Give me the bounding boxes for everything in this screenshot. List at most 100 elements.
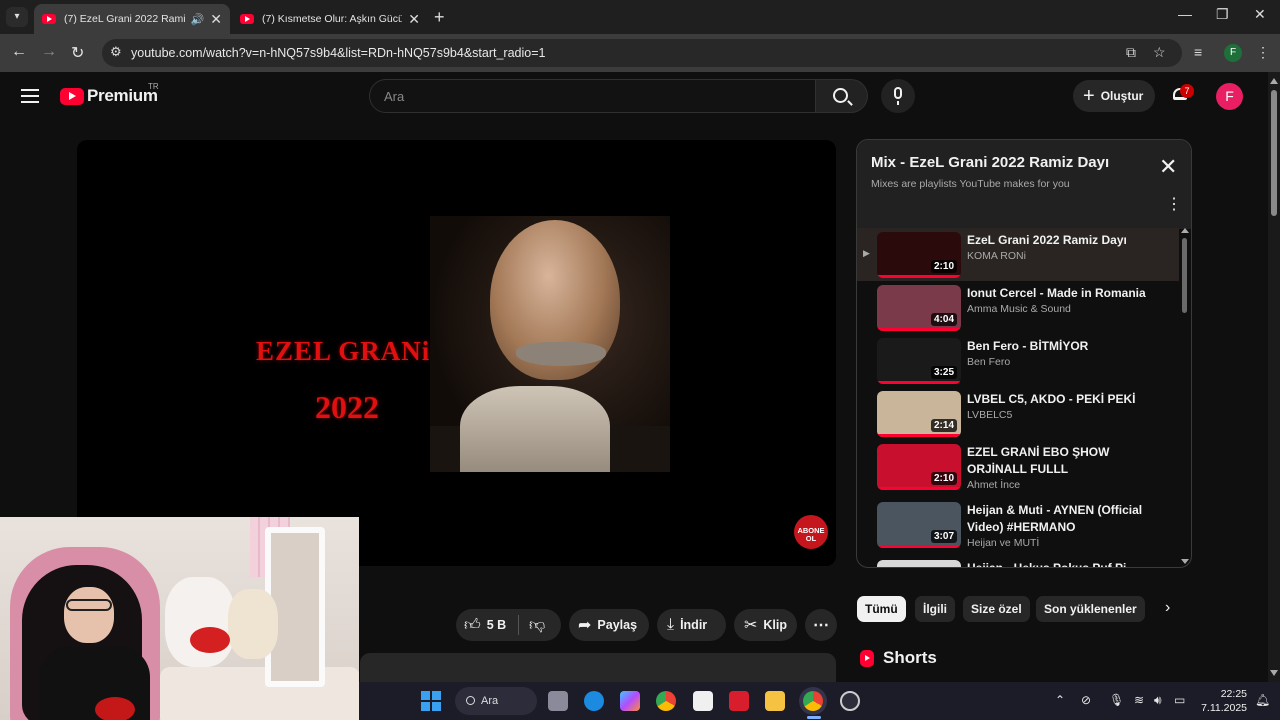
back-button[interactable]: ←: [11, 43, 27, 61]
video-frame-title: EZEL GRANi: [256, 336, 431, 366]
playlist-thumbnail: 2:14: [877, 391, 961, 437]
taskbar-clock[interactable]: 22:25 7.11.2025: [1197, 687, 1247, 715]
shorts-section-header: Shorts: [860, 648, 937, 668]
playlist-scrollbar[interactable]: [1181, 228, 1189, 567]
bookmark-star-icon[interactable]: ☆: [1153, 44, 1166, 61]
voice-search-button[interactable]: [881, 79, 915, 113]
notification-center-icon[interactable]: 🔔︎: [1255, 693, 1270, 707]
new-tab-button[interactable]: +: [434, 7, 445, 28]
playlist-item-channel: LVBELC5: [967, 409, 1013, 421]
scissors-icon: ✂: [744, 617, 758, 634]
like-dislike-group: 👍︎ 5 B 👎︎: [456, 609, 561, 641]
open-in-app-icon[interactable]: ⧉: [1126, 44, 1136, 61]
volume-icon[interactable]: 🔊︎: [1154, 693, 1162, 708]
taskbar-search[interactable]: Ara: [455, 687, 537, 715]
clip-button[interactable]: ✂ Klip: [734, 609, 797, 641]
playlist-item[interactable]: 2:10 EZEL GRANİ EBO ŞHOW ORJİNALL FULLL Ah…: [857, 440, 1179, 493]
playlist-item[interactable]: Heijan - Hekus Pokus Puf Pi: [857, 556, 1179, 568]
playlist-item-title: Heijan - Hekus Pokus Puf Pi: [967, 561, 1127, 568]
like-button[interactable]: 👍︎ 5 B: [456, 616, 518, 635]
windows-start-icon[interactable]: [421, 691, 441, 711]
share-label: Paylaş: [597, 618, 638, 632]
create-label: Oluştur: [1100, 89, 1144, 103]
description-box[interactable]: [360, 653, 836, 683]
search-button[interactable]: [816, 79, 868, 113]
file-explorer-icon[interactable]: [765, 691, 785, 711]
tray-overflow-icon[interactable]: ⌃: [1055, 693, 1065, 707]
minimize-button[interactable]: —: [1178, 6, 1192, 22]
playlist-thumbnail: 3:07: [877, 502, 961, 548]
playlist-title[interactable]: Mix - EzeL Grani 2022 Ramiz Dayı: [871, 154, 1109, 171]
download-button[interactable]: ⤓ İndir: [657, 609, 726, 641]
browser-tab[interactable]: (7) Kısmetse Olur: Aşkın Gücü 2 ✕: [232, 4, 428, 34]
page-scrollbar[interactable]: [1268, 72, 1280, 682]
playlist-header: Mix - EzeL Grani 2022 Ramiz Dayı Mixes a…: [857, 140, 1191, 224]
close-window-button[interactable]: ✕: [1254, 6, 1266, 23]
playlist-item[interactable]: 3:25 Ben Fero - BİTMİYOR Ben Fero: [857, 334, 1179, 387]
plus-icon: +: [1083, 84, 1095, 107]
create-button[interactable]: + Oluştur: [1073, 80, 1155, 112]
microphone-tray-icon[interactable]: 🎙︎: [1109, 693, 1124, 707]
hamburger-menu-icon[interactable]: [21, 89, 39, 103]
account-avatar[interactable]: F: [1216, 83, 1243, 110]
clock-date: 7.11.2025: [1201, 702, 1247, 714]
site-info-icon[interactable]: ⚙: [110, 44, 122, 60]
media-controls-icon[interactable]: ≡: [1194, 44, 1202, 60]
chip-all[interactable]: Tümü: [857, 596, 906, 622]
close-tab-icon[interactable]: ✕: [210, 11, 222, 28]
wifi-icon[interactable]: ≋: [1134, 693, 1144, 707]
reload-button[interactable]: ↻: [71, 43, 84, 63]
maximize-button[interactable]: ❐: [1216, 6, 1229, 23]
url-field[interactable]: ⚙ youtube.com/watch?v=n-hNQ57s9b4&list=R…: [102, 39, 1182, 67]
speaker-icon[interactable]: 🔊: [191, 13, 205, 26]
playlist-item[interactable]: 2:14 LVBEL C5, AKDO - PEKİ PEKİ LVBELC5: [857, 387, 1179, 440]
chip-for-you[interactable]: Size özel: [963, 596, 1030, 622]
browser-menu-icon[interactable]: ⋮: [1256, 44, 1270, 61]
playlist-item[interactable]: 4:04 Ionut Cercel - Made in Romania Amma M…: [857, 281, 1179, 334]
chrome-icon[interactable]: [656, 691, 676, 711]
playlist-item-title: EZEL GRANİ EBO ŞHOW ORJİNALL FULLL: [967, 445, 1110, 476]
task-view-icon[interactable]: [548, 691, 568, 711]
subscribe-watermark[interactable]: ABONE OL: [794, 515, 828, 549]
chrome-profile-icon[interactable]: [803, 691, 823, 711]
windows-taskbar: Ara ⌃ ⊘ 🎙︎ ≋ 🔊︎ ▭ 22:25 7.11.2025 🔔︎: [359, 682, 1280, 720]
playlist-subtitle: Mixes are playlists YouTube makes for yo…: [871, 178, 1070, 190]
share-icon: ➦: [578, 617, 592, 634]
playlist-item-title: Heijan & Muti - AYNEN (Official Video) #…: [967, 503, 1143, 534]
playlist-more-icon[interactable]: ⋮: [1166, 197, 1182, 213]
search-input[interactable]: Ara: [369, 79, 816, 113]
url-text: youtube.com/watch?v=n-hNQ57s9b4&list=RDn…: [131, 46, 546, 60]
obs-icon[interactable]: [840, 691, 860, 711]
shorts-label: Shorts: [883, 648, 937, 667]
chip-related[interactable]: İlgili: [915, 596, 955, 622]
playlist-item-channel: KOMA RONi: [967, 250, 1026, 262]
video-player[interactable]: EZEL GRANi 2022: [77, 140, 836, 566]
chip-recently-uploaded[interactable]: Son yüklenenler: [1036, 596, 1145, 622]
copilot-icon[interactable]: [620, 691, 640, 711]
thumbs-down-icon[interactable]: 👎︎: [519, 616, 545, 635]
browser-profile-avatar[interactable]: F: [1224, 44, 1242, 62]
close-tab-icon[interactable]: ✕: [408, 11, 420, 28]
forward-button[interactable]: →: [41, 43, 57, 61]
playlist-item[interactable]: 3:07 Heijan & Muti - AYNEN (Official Vide…: [857, 498, 1179, 551]
tab-search-dropdown[interactable]: ▾: [6, 7, 28, 27]
youtube-premium-logo[interactable]: Premium TR: [60, 82, 159, 106]
edge-browser-icon[interactable]: [584, 691, 604, 711]
playlist-item-title: EzeL Grani 2022 Ramiz Dayı: [967, 233, 1127, 247]
duration-badge: 2:10: [930, 260, 957, 273]
address-bar-row: ← → ↻ ⚙ youtube.com/watch?v=n-hNQ57s9b4&…: [0, 34, 1280, 72]
battery-icon[interactable]: ▭: [1174, 693, 1185, 707]
duration-badge: 4:04: [930, 313, 957, 326]
share-button[interactable]: ➦ Paylaş: [569, 609, 649, 641]
network-off-icon[interactable]: ⊘: [1081, 693, 1091, 707]
more-actions-button[interactable]: ⋯: [805, 609, 837, 641]
close-playlist-icon[interactable]: ✕: [1159, 156, 1177, 178]
microsoft-store-icon[interactable]: [693, 691, 713, 711]
download-icon: ⤓: [667, 616, 675, 633]
chevron-right-icon[interactable]: ›: [1165, 599, 1170, 617]
tab-title: (7) Kısmetse Olur: Aşkın Gücü 2: [262, 13, 403, 25]
youtube-logo-icon: [60, 87, 84, 105]
playlist-item[interactable]: ▶ 2:10 EzeL Grani 2022 Ramiz Dayı KOMA RONi: [857, 228, 1179, 281]
browser-tab-active[interactable]: (7) EzeL Grani 2022 Ramiz D 🔊 ✕: [34, 4, 230, 34]
wps-office-icon[interactable]: [729, 691, 749, 711]
